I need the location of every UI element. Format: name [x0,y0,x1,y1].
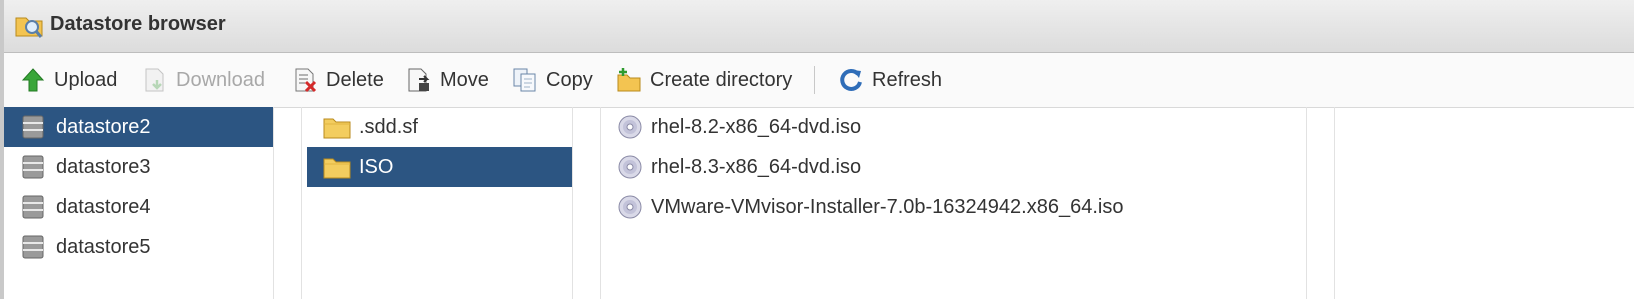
datastore-label: datastore2 [56,115,151,138]
toolbar-separator [814,66,815,94]
datastore-item[interactable]: datastore4 [4,187,273,227]
copy-label: Copy [546,68,593,91]
upload-button[interactable]: Upload [20,65,117,95]
disc-image-icon [618,155,642,179]
datastore-list: datastore2 datastore3 datastore4 datasto… [4,107,274,299]
copy-button[interactable]: Copy [512,65,593,95]
copy-icon [513,68,536,92]
disc-image-icon [618,195,642,219]
datastore-item[interactable]: datastore5 [4,227,273,267]
datastore-item[interactable]: datastore2 [4,107,273,147]
datastore-item[interactable]: datastore3 [4,147,273,187]
folder-label: .sdd.sf [359,115,418,138]
column-spacer [1307,107,1335,299]
datastore-icon [22,235,44,259]
folder-icon [323,158,351,179]
datastore-label: datastore5 [56,235,151,258]
datastore-icon [22,195,44,219]
delete-icon [295,68,317,93]
title-bar: Datastore browser [4,0,1634,53]
datastore-icon [22,155,44,179]
refresh-label: Refresh [872,68,943,91]
download-label: Download [176,68,265,91]
create-directory-label: Create directory [650,68,793,91]
folder-list: .sdd.sf ISO [302,107,573,299]
delete-label: Delete [326,68,384,91]
file-item[interactable]: VMware-VMvisor-Installer-7.0b-16324942.x… [601,187,1306,227]
move-button[interactable]: Move [406,65,489,95]
upload-label: Upload [54,68,118,91]
folder-icon [323,118,351,139]
download-icon [145,68,164,92]
refresh-button[interactable]: Refresh [838,65,942,95]
datastore-icon [22,115,44,139]
create-directory-button[interactable]: Create directory [616,65,792,95]
download-button[interactable]: Download [142,65,265,95]
datastore-browser-window: Datastore browser Upload Download Delete [0,0,1634,299]
file-item[interactable]: rhel-8.3-x86_64-dvd.iso [601,147,1306,187]
new-folder-icon [617,68,641,92]
refresh-icon [840,68,862,91]
disc-image-icon [618,115,642,139]
file-list: rhel-8.2-x86_64-dvd.iso rhel-8.3-x86_64-… [601,107,1307,299]
upload-icon [21,68,45,92]
toolbar: Upload Download Delete Move Copy Create … [4,53,1634,108]
file-label: rhel-8.3-x86_64-dvd.iso [651,155,862,178]
folder-item[interactable]: ISO [307,147,572,187]
delete-button[interactable]: Delete [292,65,384,95]
window-title: Datastore browser [50,13,226,35]
column-spacer [274,107,302,299]
file-item[interactable]: rhel-8.2-x86_64-dvd.iso [601,107,1306,147]
folder-item[interactable]: .sdd.sf [307,107,572,147]
move-icon [408,68,430,92]
move-label: Move [440,68,489,91]
file-label: rhel-8.2-x86_64-dvd.iso [651,115,862,138]
column-spacer [573,107,601,299]
datastore-label: datastore3 [56,155,151,178]
datastore-label: datastore4 [56,195,151,218]
datastore-browser-icon [15,17,43,38]
file-label: VMware-VMvisor-Installer-7.0b-16324942.x… [651,195,1124,218]
folder-label: ISO [359,155,394,178]
